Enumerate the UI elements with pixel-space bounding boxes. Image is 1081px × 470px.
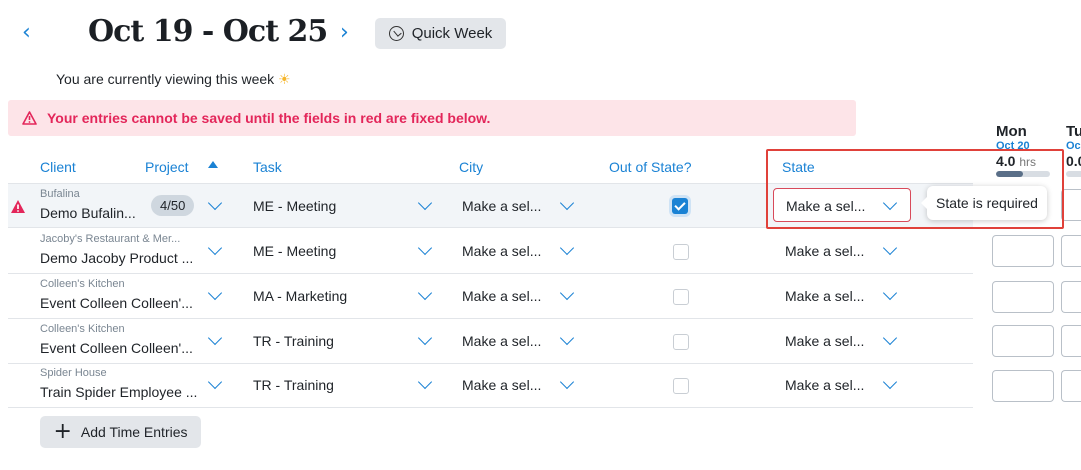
state-select[interactable]: Make a sel... — [785, 243, 864, 259]
warning-icon — [22, 111, 37, 125]
city-select[interactable]: Make a sel... — [462, 288, 541, 304]
project-name[interactable]: Demo Jacoby Product ... — [40, 250, 193, 266]
day-progress-bar-tue — [1066, 171, 1081, 177]
day-name-mon: Mon — [996, 123, 1027, 140]
time-input-mon[interactable] — [992, 235, 1054, 267]
clock-icon — [388, 26, 404, 41]
client-name-small: Colleen's Kitchen — [40, 278, 125, 290]
project-name[interactable]: Event Colleen Colleen'... — [40, 340, 193, 356]
quick-week-button[interactable]: Quick Week — [375, 18, 506, 49]
out-of-state-checkbox[interactable] — [673, 378, 689, 394]
column-header-out-of-state[interactable]: Out of State? — [609, 159, 692, 175]
sort-ascending-icon[interactable] — [208, 161, 218, 168]
time-input-mon[interactable] — [992, 370, 1054, 402]
day-hours-tue: 0.0 — [1066, 153, 1081, 169]
state-select[interactable]: Make a sel... — [785, 333, 864, 349]
time-input-tue[interactable] — [1061, 235, 1081, 267]
day-name-tue: Tu — [1066, 123, 1081, 140]
task-select[interactable]: TR - Training — [253, 333, 334, 349]
client-name-small: Colleen's Kitchen — [40, 323, 125, 335]
prev-week-chevron-left-icon[interactable]: ‹ — [22, 22, 31, 44]
out-of-state-checkbox[interactable] — [673, 244, 689, 260]
add-time-entries-button[interactable]: + Add Time Entries — [40, 416, 201, 448]
plus-icon: + — [53, 419, 72, 444]
error-banner-text: Your entries cannot be saved until the f… — [47, 110, 491, 126]
client-name-small: Spider House — [40, 367, 107, 379]
time-input-tue[interactable] — [1061, 189, 1081, 221]
client-name-small: Jacoby's Restaurant & Mer... — [40, 233, 181, 245]
column-header-task[interactable]: Task — [253, 159, 282, 175]
state-column-highlight — [766, 149, 1064, 229]
task-select[interactable]: TR - Training — [253, 377, 334, 393]
add-time-entries-label: Add Time Entries — [80, 424, 188, 440]
project-count-badge: 4/50 — [151, 195, 195, 216]
task-select[interactable]: ME - Meeting — [253, 198, 336, 214]
state-select[interactable]: Make a sel... — [785, 288, 864, 304]
out-of-state-checkbox[interactable] — [673, 334, 689, 350]
time-input-tue[interactable] — [1061, 370, 1081, 402]
error-banner: Your entries cannot be saved until the f… — [8, 100, 856, 136]
week-title: Oct 19 - Oct 25 — [88, 14, 328, 49]
column-header-project[interactable]: Project — [145, 159, 189, 175]
city-select[interactable]: Make a sel... — [462, 333, 541, 349]
column-header-client[interactable]: Client — [40, 159, 76, 175]
time-input-tue[interactable] — [1061, 325, 1081, 357]
city-select[interactable]: Make a sel... — [462, 243, 541, 259]
project-name[interactable]: Demo Bufalin... — [40, 205, 136, 221]
out-of-state-checkbox[interactable] — [673, 289, 689, 305]
task-select[interactable]: ME - Meeting — [253, 243, 336, 259]
client-name-small: Bufalina — [40, 188, 80, 200]
next-week-chevron-right-icon[interactable]: › — [340, 22, 349, 44]
state-select[interactable]: Make a sel... — [785, 377, 864, 393]
sun-icon: ☀ — [278, 71, 291, 87]
city-select[interactable]: Make a sel... — [462, 377, 541, 393]
task-select[interactable]: MA - Marketing — [253, 288, 347, 304]
project-name[interactable]: Train Spider Employee ... — [40, 384, 197, 400]
column-header-city[interactable]: City — [459, 159, 483, 175]
viewing-week-notice: You are currently viewing this week ☀ — [56, 71, 291, 88]
viewing-text: You are currently viewing this week — [56, 71, 275, 87]
row-error-warning-icon — [11, 200, 25, 213]
time-input-tue[interactable] — [1061, 281, 1081, 313]
city-select[interactable]: Make a sel... — [462, 198, 541, 214]
quick-week-label: Quick Week — [411, 25, 493, 42]
time-input-mon[interactable] — [992, 281, 1054, 313]
project-name[interactable]: Event Colleen Colleen'... — [40, 295, 193, 311]
out-of-state-checkbox[interactable] — [672, 198, 688, 214]
day-date-tue: Oc — [1066, 140, 1081, 152]
time-input-mon[interactable] — [992, 325, 1054, 357]
